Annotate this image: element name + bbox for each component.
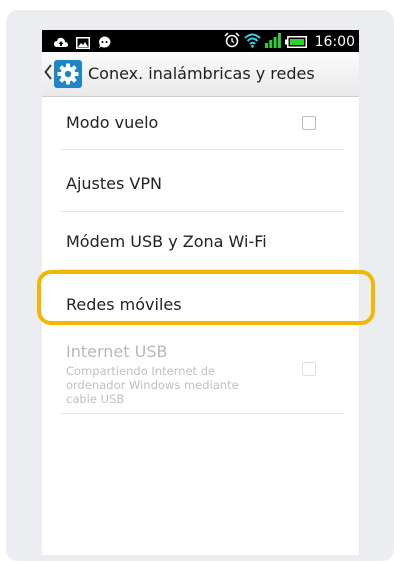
setting-label: Modo vuelo (66, 113, 159, 132)
airplane-mode-checkbox[interactable] (302, 116, 316, 130)
setting-mobile-networks[interactable]: Redes móviles (60, 270, 344, 328)
usb-internet-checkbox (302, 362, 316, 376)
page-title: Conex. inalámbricas y redes (88, 64, 315, 83)
alarm-icon (224, 32, 240, 52)
image-icon (76, 34, 90, 53)
wifi-icon (243, 33, 261, 52)
setting-label: Módem USB y Zona Wi-Fi (66, 232, 267, 251)
gear-icon[interactable] (54, 60, 82, 88)
setting-label: Ajustes VPN (66, 174, 162, 193)
setting-usb-tethering-hotspot[interactable]: Módem USB y Zona Wi-Fi (60, 212, 344, 270)
status-bar: 16:00 (42, 30, 359, 52)
setting-usb-internet: Internet USB Compartiendo Internet de or… (60, 328, 344, 414)
battery-icon (284, 33, 307, 52)
setting-airplane-mode[interactable]: Modo vuelo (60, 97, 344, 150)
cloud-upload-icon (54, 34, 68, 53)
setting-vpn[interactable]: Ajustes VPN (60, 150, 344, 212)
action-bar: Conex. inalámbricas y redes (42, 52, 359, 97)
setting-summary: Compartiendo Internet de ordenador Windo… (66, 364, 239, 406)
setting-label: Internet USB (66, 342, 168, 361)
phone-screen: 16:00 Conex. inalámbricas y redes Modo v… (42, 30, 359, 555)
chevron-left-icon[interactable] (44, 64, 52, 84)
chat-icon (98, 34, 111, 53)
status-time: 16:00 (314, 34, 355, 50)
signal-icon (264, 32, 281, 52)
settings-list: Modo vuelo Ajustes VPN Módem USB y Zona … (42, 97, 359, 414)
setting-label: Redes móviles (66, 295, 182, 314)
